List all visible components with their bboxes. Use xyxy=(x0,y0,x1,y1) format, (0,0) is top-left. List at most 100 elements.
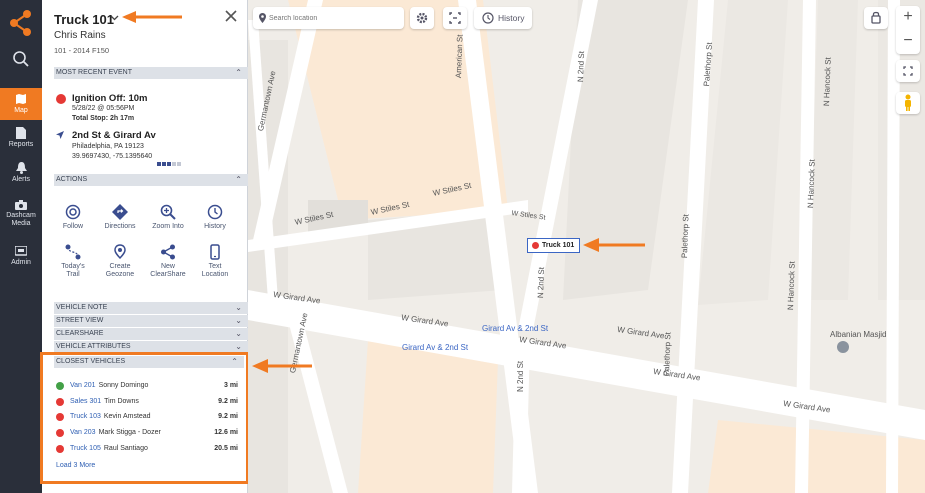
app-logo-icon[interactable] xyxy=(9,9,33,37)
lock-button[interactable] xyxy=(864,7,888,29)
action-label: Create Geozone xyxy=(105,263,135,278)
event-location[interactable]: 2nd St & Girard Av xyxy=(72,130,156,141)
street-label: N 2nd St xyxy=(576,50,587,83)
caret-down-icon: ⌄ xyxy=(235,316,242,325)
fullscreen-icon xyxy=(903,66,913,76)
zoom-out-button[interactable]: − xyxy=(896,30,920,54)
street-label: Palethorp St xyxy=(662,331,673,377)
annotation-arrow-icon xyxy=(252,359,312,373)
nav-item-alerts[interactable]: Alerts xyxy=(0,162,42,184)
fit-bounds-icon xyxy=(449,12,461,24)
action-label: Today's Trail xyxy=(61,263,85,278)
location-pin-icon xyxy=(259,13,266,23)
action-label: New ClearShare xyxy=(150,263,186,278)
poi-label[interactable]: Albanian Masjid xyxy=(830,330,886,339)
gear-icon xyxy=(416,12,428,24)
section-actions[interactable]: ACTIONS ⌃ xyxy=(54,174,248,186)
vehicle-marker[interactable]: Truck 101 xyxy=(527,238,580,253)
action-label: History xyxy=(204,223,226,230)
event-total-stop: Total Stop: 2h 17m xyxy=(72,115,135,122)
section-most-recent-event[interactable]: MOST RECENT EVENT ⌃ xyxy=(54,67,248,79)
nav-item-admin[interactable]: Admin xyxy=(0,246,42,267)
poi-label[interactable]: Girard Av & 2nd St xyxy=(482,324,548,333)
history-button[interactable]: History xyxy=(474,7,532,29)
admin-icon xyxy=(15,246,27,256)
pegman-icon xyxy=(905,94,911,111)
action-create-geozone[interactable]: Create Geozone xyxy=(96,244,144,279)
search-location-box[interactable] xyxy=(253,7,404,29)
status-dot xyxy=(532,242,539,249)
street-label: N 2nd St xyxy=(536,266,547,299)
caret-down-icon: ⌄ xyxy=(235,303,242,312)
action-follow[interactable]: Follow xyxy=(49,204,97,231)
highlight-box xyxy=(40,352,249,484)
annotation-arrow-icon xyxy=(122,11,182,23)
vehicle-title[interactable]: Truck 101 xyxy=(54,12,114,27)
event-title: Ignition Off: 10m xyxy=(72,93,148,104)
section-label: VEHICLE NOTE xyxy=(56,304,108,311)
section-label: ACTIONS xyxy=(56,176,88,183)
action-new-clearshare[interactable]: New ClearShare xyxy=(144,244,192,279)
lock-icon xyxy=(871,11,881,24)
action-label: Text Location xyxy=(201,263,229,278)
event-datetime: 5/28/22 @ 05:56PM xyxy=(72,105,135,112)
section-street-view[interactable]: STREET VIEW ⌄ xyxy=(54,315,248,327)
chevron-down-icon[interactable] xyxy=(110,13,119,22)
nav-search-icon[interactable] xyxy=(12,50,30,68)
action-history[interactable]: History xyxy=(191,204,239,231)
street-label: N Hancock St xyxy=(786,261,797,311)
status-dot xyxy=(56,94,66,104)
reports-icon xyxy=(16,127,26,139)
street-label: N Hancock St xyxy=(806,159,817,209)
zoom-controls: + − xyxy=(896,6,920,54)
fit-bounds-button[interactable] xyxy=(443,7,467,29)
annotation-arrow-icon xyxy=(583,238,645,252)
directions-icon xyxy=(112,204,128,220)
driver-name: Chris Rains xyxy=(54,30,106,41)
phone-icon xyxy=(210,244,220,260)
geozone-icon xyxy=(114,244,126,260)
caret-down-icon: ⌄ xyxy=(235,329,242,338)
action-label: Directions xyxy=(104,223,136,230)
trail-icon xyxy=(65,244,81,260)
action-zoom[interactable]: Zoom Into xyxy=(144,204,192,231)
caret-up-icon: ⌃ xyxy=(235,175,242,184)
fullscreen-button[interactable] xyxy=(896,60,920,82)
street-label: N Hancock St xyxy=(822,57,833,107)
left-nav: Map Reports Alerts Dashcam Media Admin xyxy=(0,0,42,493)
zoom-in-button[interactable]: + xyxy=(896,6,920,30)
section-label: MOST RECENT EVENT xyxy=(56,69,132,76)
section-vehicle-note[interactable]: VEHICLE NOTE ⌄ xyxy=(54,302,248,314)
history-icon xyxy=(207,204,223,220)
location-arrow-icon xyxy=(56,131,64,139)
vehicle-marker-label: Truck 101 xyxy=(542,242,575,249)
section-label: CLEARSHARE xyxy=(56,330,104,337)
poi-label[interactable]: Girard Av & 2nd St xyxy=(402,343,468,352)
action-text-location[interactable]: Text Location xyxy=(191,244,239,279)
zoom-icon xyxy=(160,204,176,220)
settings-button[interactable] xyxy=(410,7,434,29)
history-label: History xyxy=(498,13,525,23)
follow-icon xyxy=(65,204,81,220)
nav-item-reports[interactable]: Reports xyxy=(0,127,42,149)
action-directions[interactable]: Directions xyxy=(96,204,144,231)
action-label: Follow xyxy=(62,223,84,230)
section-label: STREET VIEW xyxy=(56,317,104,324)
nav-label-map: Map xyxy=(14,107,28,114)
camera-icon xyxy=(15,200,27,210)
search-input[interactable] xyxy=(269,10,399,26)
nav-item-map[interactable]: Map xyxy=(0,88,42,120)
close-icon[interactable] xyxy=(224,9,238,23)
map-icon xyxy=(16,94,26,104)
caret-up-icon: ⌃ xyxy=(235,68,242,77)
action-todays-trail[interactable]: Today's Trail xyxy=(49,244,97,279)
nav-item-dashcam[interactable]: Dashcam Media xyxy=(0,200,42,228)
street-view-pegman[interactable] xyxy=(896,92,920,114)
section-clearshare[interactable]: CLEARSHARE ⌄ xyxy=(54,328,248,340)
street-label: Palethorp St xyxy=(680,213,691,259)
event-coords: 39.9697430, -75.1395640 xyxy=(72,153,153,160)
history-icon xyxy=(482,12,494,24)
street-label: American St xyxy=(454,34,465,79)
nav-label-admin: Admin xyxy=(11,259,31,266)
nav-label-dashcam: Dashcam Media xyxy=(6,212,36,227)
